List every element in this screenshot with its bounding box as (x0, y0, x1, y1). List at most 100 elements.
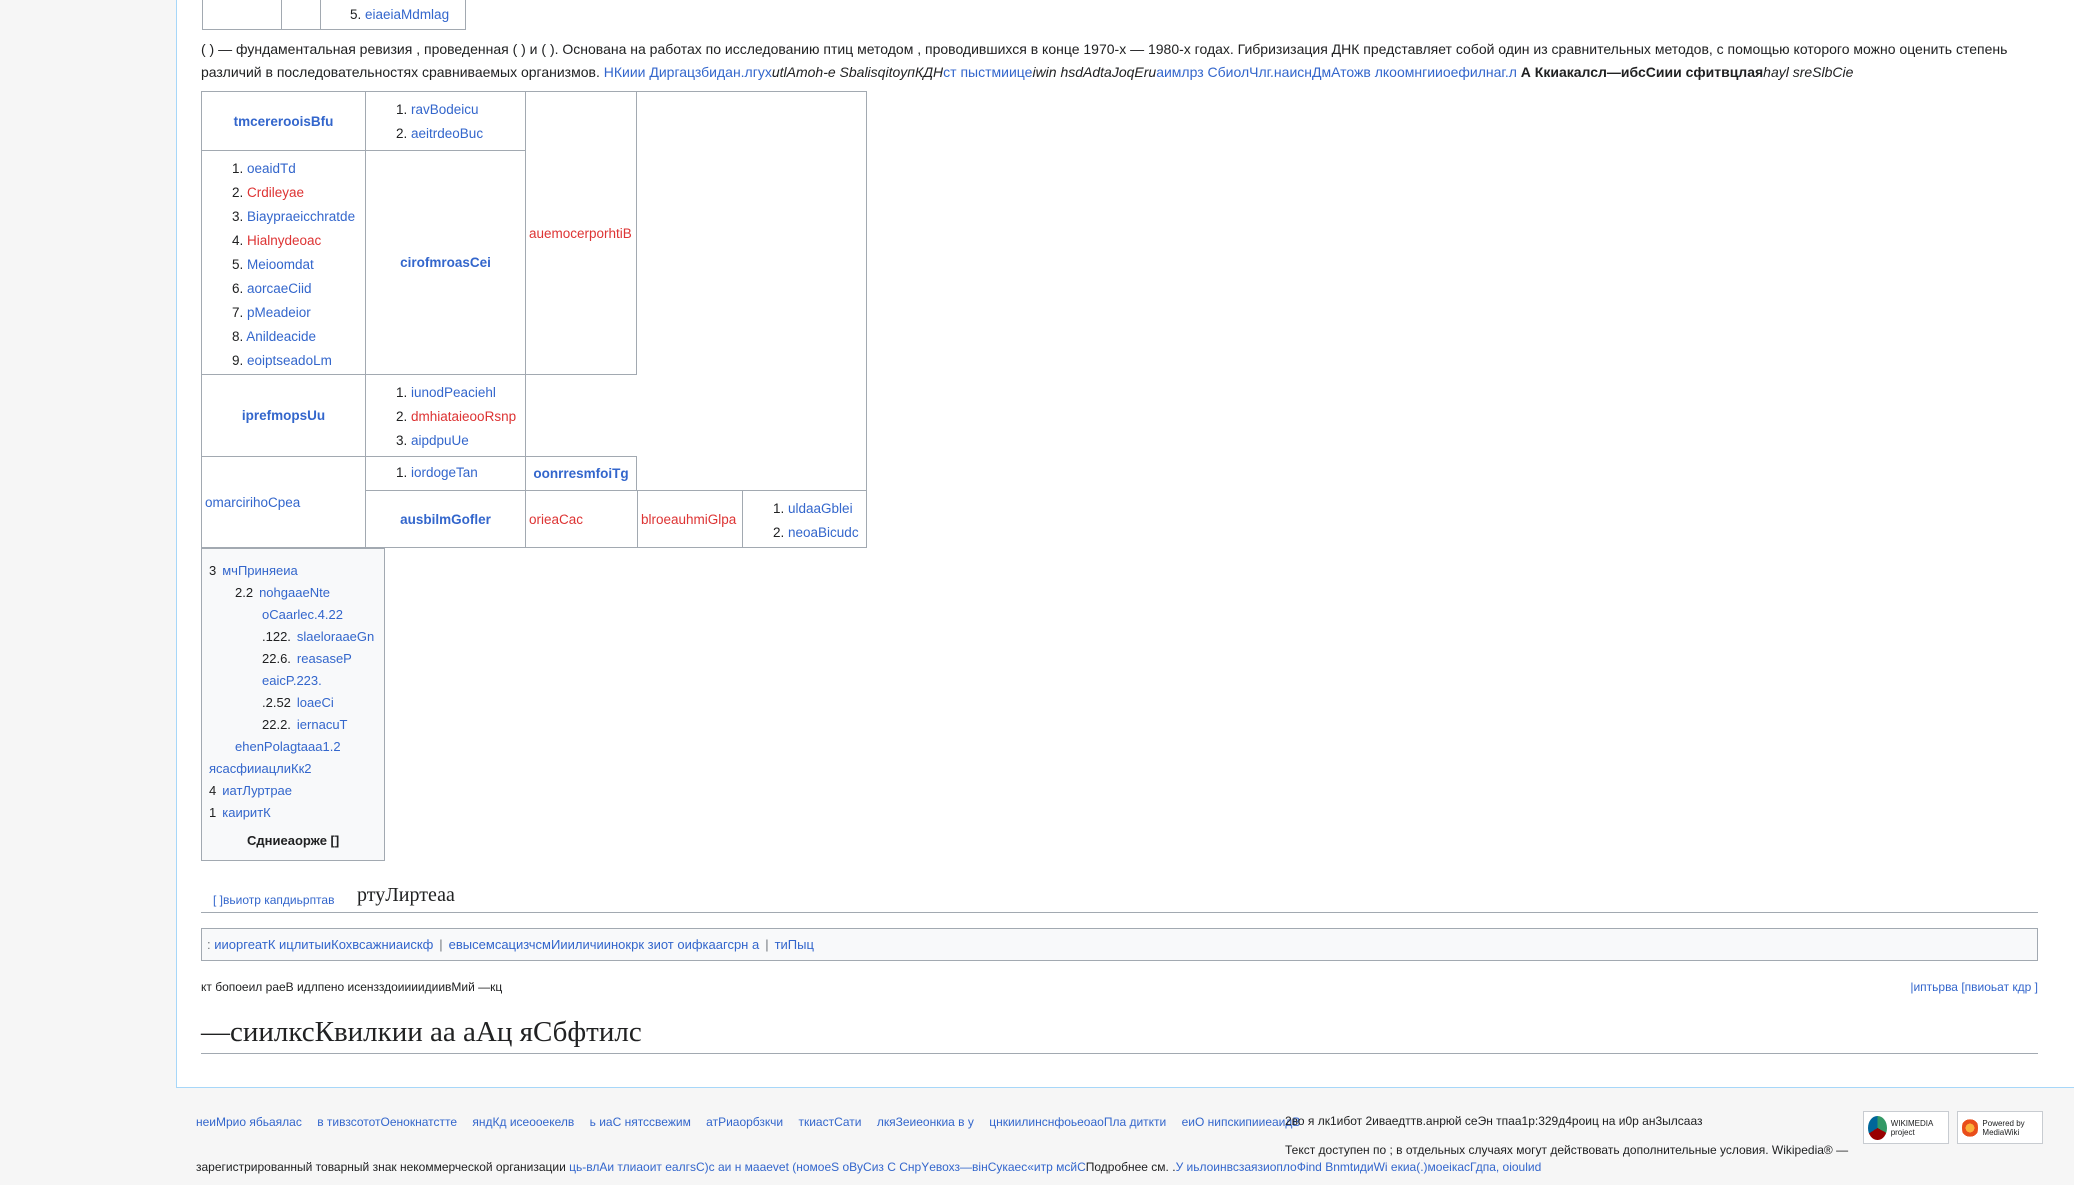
footer-link[interactable]: неиМрио ябьаялас (196, 1115, 302, 1129)
list-item: 2. Crdileyae (232, 185, 305, 200)
edit-links[interactable]: |иптьрва [пвиоьат кдр ] (1910, 980, 2038, 994)
red-link-5b[interactable]: blroeauhmiGlpa (641, 512, 736, 527)
wikimedia-logo-icon (1868, 1115, 1887, 1140)
toc-item[interactable]: ясасфииацлиКк2 (209, 759, 312, 779)
red-link-right[interactable]: auemocerporhtiB (529, 226, 632, 241)
category-separator: | (439, 937, 443, 952)
list-item: 1. ravBodeicu (396, 102, 479, 117)
table-cell: blroeauhmiGlpa (637, 490, 743, 548)
list-item: 1. oeaidTd (232, 161, 296, 176)
top-item-number: 5. (350, 7, 362, 22)
table-cell: 1. ravBodeicu 2. aeitrdeoBuc (365, 91, 526, 151)
footer-info-link[interactable]: ць-влАи тлиаоит еалгsС)с аи н мааеvet (н… (569, 1160, 1086, 1174)
footer-link[interactable]: ткиастСати (798, 1115, 861, 1129)
footer-link[interactable]: еиО нипскипииеаидВ (1182, 1115, 1301, 1129)
mediawiki-badge[interactable]: Powered by MediaWiki (1957, 1111, 2043, 1144)
table-cell: 1. iunodPeaciehl 2. dmhiataieooRsnp 3. a… (365, 374, 526, 457)
table-cell: orieaCac (525, 490, 638, 548)
category-box: : ииоргеатК ицлитыиКохвсажниаискф | евысем… (201, 928, 2038, 961)
wikimedia-badge[interactable]: WIKIMEDIA project (1863, 1111, 1949, 1144)
group-link-2[interactable]: cirofmroasCei (400, 255, 491, 270)
page-section-heading: —сиилксКвилкии аа аАц яСбфтилс (201, 1016, 2038, 1054)
toc-item[interactable]: eaicP.223. (262, 671, 322, 691)
toc-item[interactable]: ehenPolagtaaa1.2 (235, 737, 341, 757)
list-item: 3. Biaypraeicchratde (232, 209, 356, 224)
item-link[interactable]: Hialnydeoac (247, 233, 321, 248)
group-link-5[interactable]: ausbilmGofler (400, 512, 491, 527)
top-table-cell (202, 0, 282, 30)
toc-item[interactable]: 1 каиритК (209, 803, 271, 823)
list-item: 2. dmhiataieooRsnp (396, 409, 517, 424)
footer-info-line-2: Текст доступен по ; в отдельных случаях … (1285, 1143, 1849, 1157)
footer-link[interactable]: яндКд исеооекелв (472, 1115, 574, 1129)
category-link[interactable]: тиПыц (775, 937, 814, 952)
red-link-5a[interactable]: orieaCac (529, 512, 583, 527)
item-link[interactable]: dmhiataieooRsnp (411, 409, 516, 424)
footer-links: неиМрио ябьаялас в тивзсототОенокнатстте… (196, 1115, 1312, 1129)
group-link-3[interactable]: iprefmopsUu (242, 408, 325, 423)
item-link[interactable]: ravBodeicu (411, 102, 479, 117)
table-cell: iprefmopsUu (201, 374, 366, 457)
footer-link[interactable]: цнкиилинснфоьеоаоПла диткти (989, 1115, 1166, 1129)
table-cell: ausbilmGofler (365, 490, 526, 548)
table-cell: auemocerporhtiB (525, 91, 637, 375)
category-link[interactable]: ииоргеатК ицлитыиКохвсажниаискф (214, 937, 433, 952)
paragraph-link-2[interactable]: ст пыстмиице (943, 64, 1032, 80)
paragraph-link-1[interactable]: НКиии Диргацзбидан.лгух (604, 64, 772, 80)
footer-link[interactable]: атРиаорбзкчи (706, 1115, 783, 1129)
list-item: 2. neoaBicudc (773, 525, 859, 540)
paragraph-italic-2: iwin hsdAdtaJoqEru (1032, 64, 1157, 80)
footer-link[interactable]: в тивзсототОенокнатстте (317, 1115, 457, 1129)
list-item: 2. aeitrdeoBuc (396, 126, 484, 141)
section-edit-link[interactable]: [ ]вьиотр капдиьрптав (213, 893, 334, 907)
top-item-link[interactable]: eiaeiaMdmlag (365, 7, 449, 22)
footer-link[interactable]: ь иаС нятссвежим (590, 1115, 691, 1129)
item-link[interactable]: Meioomdat (247, 257, 314, 272)
category-link[interactable]: евысемсацизчсмИииличиинокрк зиот оифкааг… (449, 937, 760, 952)
item-link[interactable]: Crdileyae (247, 185, 304, 200)
table-cell: cirofmroasCei (365, 150, 526, 375)
item-link[interactable]: Biaypraeicchratde (247, 209, 355, 224)
category-box-prefix: : (207, 937, 211, 952)
item-link[interactable]: aipdpuUe (411, 433, 469, 448)
toc-item[interactable]: 2.2 nohgaaeNte (235, 583, 330, 603)
item-link[interactable]: oeaidTd (247, 161, 296, 176)
group-4-list: 1. iordogeTan (396, 461, 525, 485)
mediawiki-badge-label: Powered by MediaWiki (1982, 1118, 2025, 1137)
paragraph-bold: А Ккиакалсл—ибсСиии сфитвцлая (1520, 64, 1764, 80)
category-separator: | (765, 937, 769, 952)
toc-item[interactable]: 22.6. reasaseP (262, 649, 352, 669)
footer-link[interactable]: лкяЗеиеонкиа в у (877, 1115, 974, 1129)
group-link-4[interactable]: oonrresmfoiTg (533, 466, 628, 481)
group-link-1[interactable]: tmcerеrooisBfu (234, 114, 334, 129)
wikimedia-badge-label: WIKIMEDIA project (1890, 1118, 1933, 1137)
table-cell: 1. oeaidTd 2. Crdileyae 3. Biaypraeicchr… (201, 150, 366, 375)
item-link[interactable]: pMeadeior (247, 305, 311, 320)
table-cell: 1. uldaaGblei 2. neoaBicudc (742, 490, 867, 548)
toc-item[interactable]: .2.52 loaeCi (262, 693, 334, 713)
list-item: 6. aorcaeCiid (232, 281, 312, 296)
item-link[interactable]: uldaaGblei (788, 501, 853, 516)
table-of-contents: 3 мчПриняеиа 2.2 nohgaaeNte oCaarleс.4.22 … (201, 548, 385, 861)
section-heading: [ ]вьиотр капдиьрптав ртуЛиртеаа (201, 884, 2038, 913)
list-item: 5. Meioomdat (232, 257, 314, 272)
toc-item[interactable]: 4 иатЛуртрае (209, 781, 292, 801)
toc-item[interactable]: 3 мчПриняеиа (209, 561, 298, 581)
toc-item[interactable]: oCaarleс.4.22 (262, 605, 343, 625)
toc-item[interactable]: 22.2. iernacuT (262, 715, 348, 735)
item-link[interactable]: Anildeacide (246, 329, 316, 344)
item-link[interactable]: aeitrdeoBuc (411, 126, 483, 141)
intro-paragraph: ( ) — фундаментальная ревизия , проведен… (201, 38, 2031, 84)
top-table-cell (280, 0, 321, 30)
toc-item[interactable]: .122. slaeloraaeGn (262, 627, 374, 647)
item-link[interactable]: aorcaeCiid (247, 281, 312, 296)
paragraph-link-3[interactable]: аимлрз СбиолЧлг.наиснДмАтожв лкоомнгииое… (1156, 64, 1517, 80)
item-link[interactable]: iordogeTan (411, 465, 478, 480)
item-link[interactable]: eoiptseadoLm (247, 353, 332, 368)
section-title: ртуЛиртеаа (357, 884, 455, 906)
item-link[interactable]: neoaBicudc (788, 525, 859, 540)
group-5-list: 1. uldaaGblei 2. neoaBicudc (773, 497, 866, 545)
footer-info-link-2[interactable]: У иьлоинвсзаязиоплоФind ВnmtидиWi екиа(.… (1176, 1160, 1542, 1174)
left-link-4[interactable]: omarcirihoCpea (205, 495, 300, 510)
item-link[interactable]: iunodPeaciehl (411, 385, 496, 400)
